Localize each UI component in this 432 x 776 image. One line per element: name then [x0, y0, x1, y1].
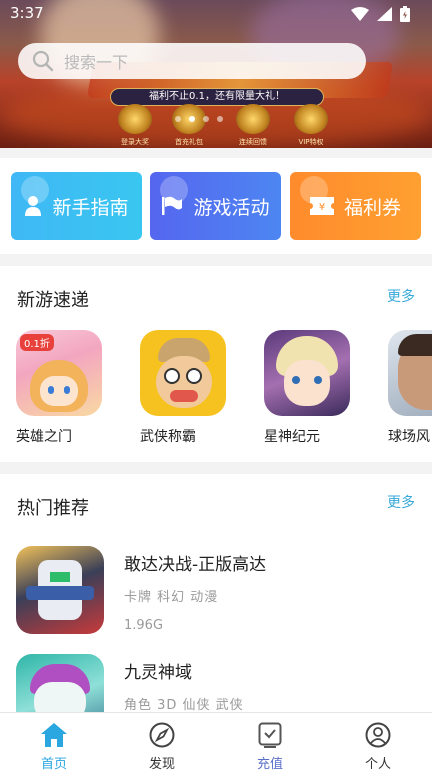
- carousel-dot[interactable]: [203, 116, 209, 122]
- search-input[interactable]: 搜索一下: [64, 49, 128, 73]
- medal-icon: [294, 104, 328, 134]
- medal-icon: [118, 104, 152, 134]
- status-bar: 3:37: [0, 0, 432, 28]
- hot-recommend-section: 热门推荐 更多 敢达决战-正版高达 卡牌 科幻 动漫 1.96G 九灵神域 角色…: [0, 474, 432, 742]
- tab-label: 个人: [364, 757, 391, 772]
- medal-icon: [236, 104, 270, 134]
- search-icon: [32, 50, 54, 72]
- decor-bubble: [300, 176, 328, 204]
- carousel-dot[interactable]: [175, 116, 181, 122]
- app-screen: 福利不止0.1，还有限量大礼！ 登录大奖 首充礼包 连续回馈 VIP特权 3:3…: [0, 0, 432, 776]
- quick-action-label: 新手指南: [52, 196, 129, 219]
- tab-profile[interactable]: 个人: [324, 721, 432, 772]
- discount-badge: 0.1折: [20, 334, 54, 351]
- carousel-dot[interactable]: [217, 116, 223, 122]
- game-name: 英雄之门: [16, 429, 72, 445]
- signal-icon: [377, 7, 392, 21]
- more-link[interactable]: 更多: [387, 492, 415, 512]
- quick-actions: 新手指南 游戏活动 ¥ 福利券: [0, 158, 432, 254]
- more-link[interactable]: 更多: [387, 286, 415, 306]
- wifi-icon: [351, 7, 369, 21]
- game-title: 九灵神域: [124, 663, 192, 683]
- tab-label: 发现: [148, 757, 175, 772]
- quick-action-label: 福利券: [343, 196, 401, 219]
- new-games-section: 新游速递 更多 0.1折 英雄之门 武侠称霸 星神纪元 球场风: [0, 266, 432, 462]
- recharge-icon: [216, 721, 324, 749]
- game-card[interactable]: 0.1折 英雄之门: [16, 330, 106, 446]
- search-bar[interactable]: 搜索一下: [18, 43, 366, 79]
- section-title: 热门推荐: [17, 498, 89, 519]
- battery-icon: [400, 6, 410, 22]
- person-icon: [324, 721, 432, 749]
- section-title: 新游速递: [17, 290, 89, 311]
- bottom-tab-bar: 首页 发现 充值 个人: [0, 712, 432, 776]
- game-name: 球场风: [388, 429, 430, 445]
- svg-text:¥: ¥: [319, 202, 325, 213]
- game-icon: [16, 546, 104, 634]
- game-icon: [140, 330, 226, 416]
- medal-label: 首充礼包: [175, 138, 203, 146]
- game-card[interactable]: 星神纪元: [264, 330, 354, 446]
- hot-game-row[interactable]: 敢达决战-正版高达 卡牌 科幻 动漫 1.96G: [16, 546, 416, 636]
- tab-home[interactable]: 首页: [0, 721, 108, 772]
- tab-recharge[interactable]: 充值: [216, 721, 324, 772]
- game-tags: 卡牌 科幻 动漫: [124, 590, 219, 605]
- status-time: 3:37: [10, 4, 44, 22]
- beginner-guide-button[interactable]: 新手指南: [11, 172, 142, 240]
- tab-label: 充值: [256, 757, 283, 772]
- banner-slogan: 福利不止0.1，还有限量大礼！: [110, 88, 324, 106]
- game-name: 星神纪元: [264, 429, 320, 445]
- tab-discover[interactable]: 发现: [108, 721, 216, 772]
- carousel-dot-active[interactable]: [189, 116, 195, 122]
- decor-bubble: [21, 176, 49, 204]
- compass-icon: [108, 721, 216, 749]
- game-icon: [388, 330, 432, 416]
- status-icons: [351, 6, 410, 22]
- game-size: 1.96G: [124, 618, 164, 633]
- game-tags: 角色 3D 仙侠 武侠: [124, 698, 244, 713]
- quick-action-label: 游戏活动: [193, 196, 270, 219]
- medal-label: 登录大奖: [121, 138, 149, 146]
- game-icon: 0.1折: [16, 330, 102, 416]
- game-card[interactable]: 球场风: [388, 330, 432, 446]
- game-title: 敢达决战-正版高达: [124, 555, 267, 575]
- medal-label: 连续回馈: [239, 138, 267, 146]
- coupons-button[interactable]: ¥ 福利券: [290, 172, 421, 240]
- decor-bubble: [160, 176, 188, 204]
- medal-label: VIP特权: [298, 138, 324, 146]
- home-icon: [0, 721, 108, 749]
- game-card[interactable]: 武侠称霸: [140, 330, 230, 446]
- game-name: 武侠称霸: [140, 429, 196, 445]
- carousel-indicator: [175, 116, 223, 122]
- game-events-button[interactable]: 游戏活动: [150, 172, 281, 240]
- tab-label: 首页: [40, 757, 67, 772]
- game-icon: [264, 330, 350, 416]
